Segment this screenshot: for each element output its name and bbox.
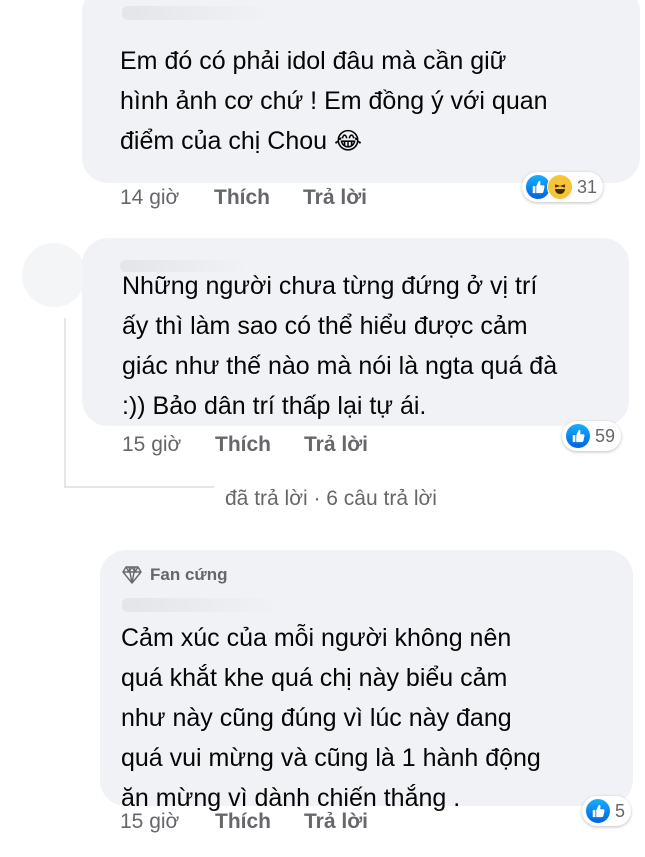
reply-button[interactable]: Trả lời bbox=[303, 186, 367, 210]
comment-line: quá khắt khe quá chị này biểu cảm bbox=[121, 664, 508, 692]
comment-line-text: điểm của chị Chou bbox=[120, 127, 328, 155]
reaction-count: 5 bbox=[615, 800, 626, 821]
thread-line bbox=[64, 318, 66, 488]
reaction-count: 31 bbox=[577, 176, 598, 197]
comment-line: ấy thì làm sao có thể hiểu được cảm bbox=[122, 312, 528, 340]
comment-text: Cảm xúc của mỗi người không nên quá khắt… bbox=[121, 618, 541, 818]
timestamp[interactable]: 14 giờ bbox=[120, 186, 179, 210]
comment-bubble: Em đó có phải idol đâu mà cần giữ hình ả… bbox=[82, 0, 640, 183]
top-fan-badge[interactable]: Fan cứng bbox=[122, 565, 227, 585]
haha-icon bbox=[547, 174, 573, 200]
comment-text: Em đó có phải idol đâu mà cần giữ hình ả… bbox=[120, 41, 548, 162]
view-replies-link[interactable]: đã trả lời · 6 câu trả lời bbox=[225, 487, 437, 511]
author-name[interactable] bbox=[122, 6, 272, 20]
comment-line: Những người chưa từng đứng ở vị trí bbox=[122, 272, 538, 300]
like-button[interactable]: Thích bbox=[214, 186, 270, 210]
timestamp[interactable]: 15 giờ bbox=[120, 810, 179, 834]
reply-button[interactable]: Trả lời bbox=[304, 810, 368, 834]
laughing-emoji-icon: 😂 bbox=[334, 128, 363, 155]
like-button[interactable]: Thích bbox=[215, 810, 271, 834]
thread-line bbox=[64, 486, 214, 488]
reaction-summary[interactable]: 31 bbox=[522, 172, 604, 202]
comment-line: Cảm xúc của mỗi người không nên bbox=[121, 624, 512, 652]
reaction-summary[interactable]: 5 bbox=[582, 796, 632, 826]
badge-label: Fan cứng bbox=[150, 565, 228, 584]
like-button[interactable]: Thích bbox=[215, 433, 271, 457]
reaction-summary[interactable]: 59 bbox=[562, 421, 622, 451]
comment-line: hình ảnh cơ chứ ! Em đồng ý với quan bbox=[120, 87, 548, 115]
comment-line: quá vui mừng và cũng là 1 hành động bbox=[121, 744, 541, 772]
like-icon bbox=[565, 423, 591, 449]
replies-text: đã trả lời · 6 câu trả lời bbox=[225, 487, 437, 510]
comment-line: điểm của chị Chou 😂 bbox=[120, 121, 548, 162]
like-icon bbox=[585, 798, 611, 824]
comment-line: giác như thế nào mà nói là ngta quá đà bbox=[122, 352, 558, 380]
timestamp[interactable]: 15 giờ bbox=[122, 433, 181, 457]
author-name[interactable] bbox=[122, 598, 282, 612]
avatar[interactable] bbox=[22, 243, 86, 307]
reaction-count: 59 bbox=[595, 425, 616, 446]
comment-bubble: Những người chưa từng đứng ở vị trí ấy t… bbox=[82, 238, 629, 426]
comment-line: Em đó có phải idol đâu mà cần giữ bbox=[120, 47, 507, 75]
comment-line: như này cũng đúng vì lúc này đang bbox=[121, 704, 512, 732]
comment-line: :)) Bảo dân trí thấp lại tự ái. bbox=[122, 392, 427, 420]
comment-bubble: Fan cứng Cảm xúc của mỗi người không nên… bbox=[100, 550, 633, 812]
diamond-icon bbox=[122, 566, 142, 584]
reply-button[interactable]: Trả lời bbox=[304, 433, 368, 457]
comment-text: Những người chưa từng đứng ở vị trí ấy t… bbox=[122, 266, 557, 426]
